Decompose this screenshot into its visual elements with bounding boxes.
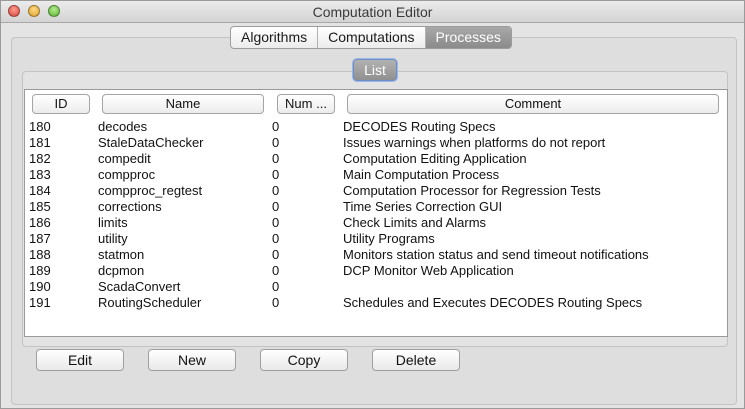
cell-num: 0 xyxy=(272,135,280,150)
tab-processes[interactable]: Processes xyxy=(425,27,511,48)
cell-id: 186 xyxy=(29,215,51,230)
copy-button[interactable]: Copy xyxy=(260,349,348,371)
table-row[interactable]: 190 ScadaConvert 0 xyxy=(25,279,727,295)
column-header-name[interactable]: Name xyxy=(102,94,264,114)
table-row[interactable]: 191 RoutingScheduler 0 Schedules and Exe… xyxy=(25,295,727,311)
process-table: ID Name Num ... Comment 180 decodes 0 DE… xyxy=(24,89,728,337)
cell-num: 0 xyxy=(272,183,280,198)
cell-num: 0 xyxy=(272,151,280,166)
cell-num: 0 xyxy=(272,263,280,278)
tab-algorithms[interactable]: Algorithms xyxy=(231,27,319,48)
cell-num: 0 xyxy=(272,119,280,134)
cell-name: ScadaConvert xyxy=(98,279,181,294)
cell-comment: Computation Processor for Regression Tes… xyxy=(343,183,601,198)
table-row[interactable]: 184 compproc_regtest 0 Computation Proce… xyxy=(25,183,727,199)
table-header: ID Name Num ... Comment xyxy=(25,90,727,118)
cell-name: StaleDataChecker xyxy=(98,135,204,150)
cell-comment: Computation Editing Application xyxy=(343,151,527,166)
edit-button[interactable]: Edit xyxy=(36,349,124,371)
cell-id: 188 xyxy=(29,247,51,262)
delete-button[interactable]: Delete xyxy=(372,349,460,371)
cell-name: compedit xyxy=(98,151,151,166)
cell-num: 0 xyxy=(272,279,280,294)
new-button[interactable]: New xyxy=(148,349,236,371)
column-header-num[interactable]: Num ... xyxy=(277,94,335,114)
cell-name: statmon xyxy=(98,247,145,262)
cell-num: 0 xyxy=(272,199,280,214)
cell-num: 0 xyxy=(272,247,280,262)
cell-id: 191 xyxy=(29,295,51,310)
title-bar[interactable]: Computation Editor xyxy=(1,1,744,23)
table-row[interactable]: 187 utility 0 Utility Programs xyxy=(25,231,727,247)
cell-id: 182 xyxy=(29,151,51,166)
tab-computations[interactable]: Computations xyxy=(318,27,426,48)
table-row[interactable]: 182 compedit 0 Computation Editing Appli… xyxy=(25,151,727,167)
cell-comment: Time Series Correction GUI xyxy=(343,199,503,214)
cell-comment: Main Computation Process xyxy=(343,167,500,182)
cell-id: 180 xyxy=(29,119,51,134)
cell-num: 0 xyxy=(272,215,280,230)
cell-name: dcpmon xyxy=(98,263,145,278)
cell-num: 0 xyxy=(272,231,280,246)
cell-name: limits xyxy=(98,215,128,230)
table-row[interactable]: 186 limits 0 Check Limits and Alarms xyxy=(25,215,727,231)
table-row[interactable]: 188 statmon 0 Monitors station status an… xyxy=(25,247,727,263)
cell-name: decodes xyxy=(98,119,148,134)
cell-name: compproc xyxy=(98,167,156,182)
table-row[interactable]: 183 compproc 0 Main Computation Process xyxy=(25,167,727,183)
cell-comment: DECODES Routing Specs xyxy=(343,119,496,134)
cell-comment: Issues warnings when platforms do not re… xyxy=(343,135,606,150)
cell-id: 181 xyxy=(29,135,51,150)
cell-comment: DCP Monitor Web Application xyxy=(343,263,514,278)
table-row[interactable]: 185 corrections 0 Time Series Correction… xyxy=(25,199,727,215)
table-body: 180 decodes 0 DECODES Routing Specs 181 … xyxy=(25,119,727,311)
cell-id: 183 xyxy=(29,167,51,182)
table-row[interactable]: 189 dcpmon 0 DCP Monitor Web Application xyxy=(25,263,727,279)
cell-num: 0 xyxy=(272,295,280,310)
cell-comment: Monitors station status and send timeout… xyxy=(343,247,649,262)
table-row[interactable]: 181 StaleDataChecker 0 Issues warnings w… xyxy=(25,135,727,151)
cell-comment: Schedules and Executes DECODES Routing S… xyxy=(343,295,643,310)
column-header-comment[interactable]: Comment xyxy=(347,94,719,114)
cell-id: 185 xyxy=(29,199,51,214)
cell-id: 190 xyxy=(29,279,51,294)
main-tab-bar: Algorithms Computations Processes xyxy=(230,26,512,49)
cell-name: RoutingScheduler xyxy=(98,295,202,310)
window-title: Computation Editor xyxy=(312,4,433,20)
cell-id: 184 xyxy=(29,183,51,198)
column-header-id[interactable]: ID xyxy=(32,94,90,114)
cell-id: 187 xyxy=(29,231,51,246)
cell-name: compproc_regtest xyxy=(98,183,203,198)
cell-name: utility xyxy=(98,231,128,246)
tab-list[interactable]: List xyxy=(353,59,397,81)
cell-name: corrections xyxy=(98,199,162,214)
cell-id: 189 xyxy=(29,263,51,278)
cell-comment: Utility Programs xyxy=(343,231,435,246)
cell-num: 0 xyxy=(272,167,280,182)
computation-editor-window: Computation Editor Algorithms Computatio… xyxy=(0,0,745,409)
cell-comment: Check Limits and Alarms xyxy=(343,215,487,230)
table-row[interactable]: 180 decodes 0 DECODES Routing Specs xyxy=(25,119,727,135)
